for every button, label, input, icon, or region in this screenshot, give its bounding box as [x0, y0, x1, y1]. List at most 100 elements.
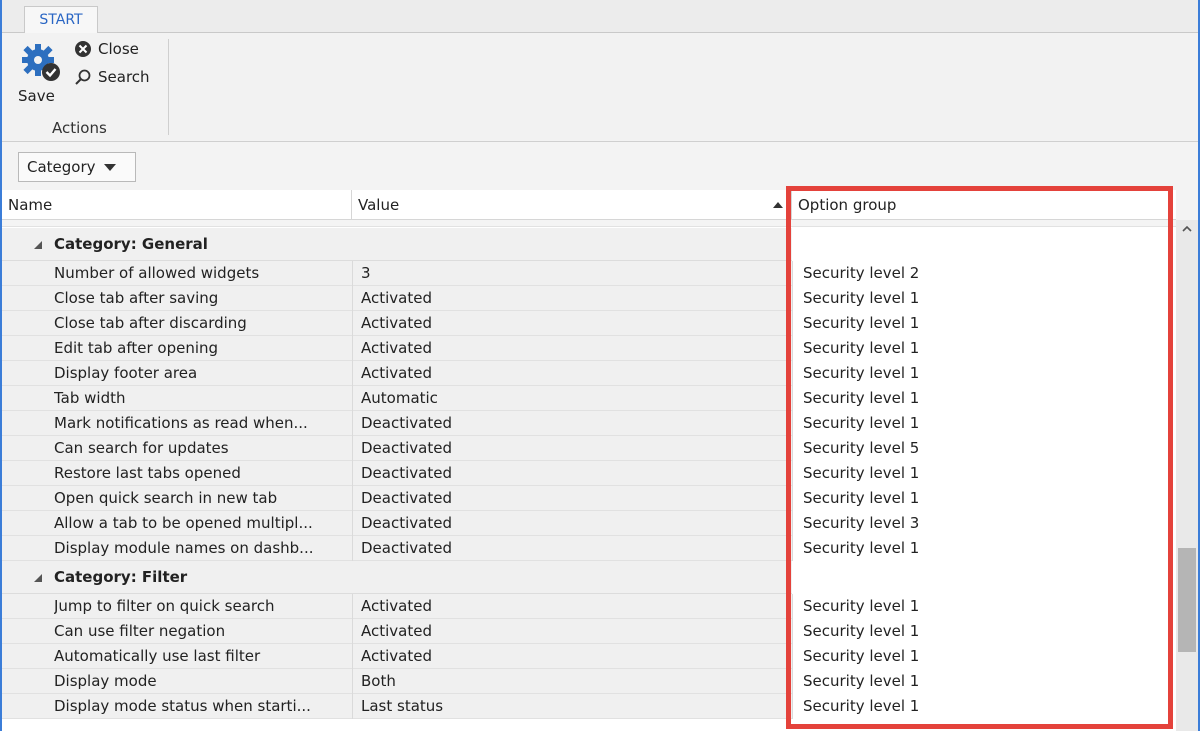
- column-header-option-group[interactable]: Option group: [792, 190, 1176, 220]
- table-row[interactable]: Allow a tab to be opened multipl... Deact…: [2, 511, 1176, 536]
- option-group-cell[interactable]: Security level 1: [792, 536, 1176, 561]
- option-group-cell[interactable]: Security level 1: [792, 694, 1176, 719]
- save-label: Save: [18, 87, 55, 105]
- table-row[interactable]: Can search for updates Deactivated Securit…: [2, 436, 1176, 461]
- option-name-cell: Display mode status when starti...: [54, 697, 311, 715]
- category-group-filler: [792, 561, 1176, 594]
- category-group-filler: [792, 228, 1176, 261]
- option-value-cell[interactable]: Activated: [352, 361, 792, 386]
- column-header-value[interactable]: Value: [352, 190, 792, 220]
- table-row[interactable]: Edit tab after opening Activated Security …: [2, 336, 1176, 361]
- column-header-value-label: Value: [358, 196, 400, 214]
- option-value-cell[interactable]: 3: [352, 261, 792, 286]
- grid-header: Name Value Option group: [2, 190, 1176, 220]
- option-name-cell: Close tab after discarding: [54, 314, 247, 332]
- option-group-cell[interactable]: Security level 3: [792, 511, 1176, 536]
- option-name-cell: Can use filter negation: [54, 622, 226, 640]
- option-value-cell[interactable]: Deactivated: [352, 536, 792, 561]
- chevron-up-icon[interactable]: [1180, 222, 1194, 236]
- option-group-cell[interactable]: Security level 1: [792, 461, 1176, 486]
- option-value-cell[interactable]: Activated: [352, 311, 792, 336]
- close-icon: [75, 41, 91, 57]
- option-value-cell[interactable]: Deactivated: [352, 436, 792, 461]
- option-group-cell[interactable]: Security level 1: [792, 286, 1176, 311]
- close-button[interactable]: Close: [74, 37, 139, 61]
- table-row[interactable]: Mark notifications as read when... Deacti…: [2, 411, 1176, 436]
- option-name-cell: Can search for updates: [54, 439, 229, 457]
- category-group-row[interactable]: Category: Filter: [2, 561, 1176, 594]
- option-value-cell[interactable]: Deactivated: [352, 511, 792, 536]
- option-value-cell[interactable]: Deactivated: [352, 486, 792, 511]
- option-name-cell: Display mode: [54, 672, 157, 690]
- tab-start[interactable]: START: [24, 6, 98, 34]
- option-name-cell: Mark notifications as read when...: [54, 414, 308, 432]
- table-row[interactable]: Automatically use last filter Activated Se…: [2, 644, 1176, 669]
- option-value-cell[interactable]: Both: [352, 669, 792, 694]
- search-button[interactable]: Search: [74, 65, 150, 89]
- ribbon: Save Close Search Actions: [2, 33, 1198, 142]
- option-group-cell[interactable]: Security level 1: [792, 411, 1176, 436]
- option-value-cell[interactable]: Activated: [352, 619, 792, 644]
- column-header-name[interactable]: Name: [2, 190, 352, 220]
- close-label: Close: [98, 40, 139, 58]
- scrollbar-thumb[interactable]: [1178, 548, 1196, 652]
- table-row[interactable]: Display footer area Activated Security lev…: [2, 361, 1176, 386]
- options-grid: Name Value Option group Category: Genera…: [2, 190, 1176, 731]
- option-name-cell: Number of allowed widgets: [54, 264, 260, 282]
- search-label: Search: [98, 68, 150, 86]
- ribbon-group-label: Actions: [52, 119, 107, 137]
- table-row[interactable]: Close tab after saving Activated Security …: [2, 286, 1176, 311]
- table-row[interactable]: Restore last tabs opened Deactivated Secur…: [2, 461, 1176, 486]
- option-name-cell: Display footer area: [54, 364, 198, 382]
- option-name-cell: Jump to filter on quick search: [54, 597, 275, 615]
- ribbon-tab-bar: START: [2, 0, 1198, 34]
- table-row[interactable]: Open quick search in new tab Deactivated S…: [2, 486, 1176, 511]
- option-value-cell[interactable]: Deactivated: [352, 411, 792, 436]
- option-value-cell[interactable]: Activated: [352, 286, 792, 311]
- option-group-cell[interactable]: Security level 1: [792, 486, 1176, 511]
- option-value-cell[interactable]: Activated: [352, 594, 792, 619]
- table-row[interactable]: Display module names on dashb... Deactiva…: [2, 536, 1176, 561]
- option-group-cell[interactable]: Security level 2: [792, 261, 1176, 286]
- option-name-cell: Allow a tab to be opened multipl...: [54, 514, 313, 532]
- chevron-down-icon: [103, 163, 116, 171]
- vertical-scrollbar[interactable]: [1176, 220, 1198, 731]
- option-name-cell: Display module names on dashb...: [54, 539, 314, 557]
- category-dropdown-label: Category: [27, 158, 96, 176]
- collapse-triangle-icon[interactable]: [34, 241, 42, 249]
- option-value-cell[interactable]: Activated: [352, 336, 792, 361]
- option-group-cell[interactable]: Security level 1: [792, 386, 1176, 411]
- save-button[interactable]: Save: [12, 39, 68, 105]
- option-value-cell[interactable]: Deactivated: [352, 461, 792, 486]
- table-row[interactable]: Display mode status when starti... Last s…: [2, 694, 1176, 719]
- collapse-triangle-icon[interactable]: [34, 574, 42, 582]
- option-group-cell[interactable]: Security level 1: [792, 361, 1176, 386]
- table-row[interactable]: Can use filter negation Activated Security…: [2, 619, 1176, 644]
- category-dropdown[interactable]: Category: [18, 152, 136, 182]
- table-row[interactable]: Display mode Both Security level 1: [2, 669, 1176, 694]
- option-value-cell[interactable]: Automatic: [352, 386, 792, 411]
- option-group-cell[interactable]: Security level 1: [792, 619, 1176, 644]
- option-value-cell[interactable]: Activated: [352, 644, 792, 669]
- table-row[interactable]: Number of allowed widgets 3 Security level…: [2, 261, 1176, 286]
- option-name-cell: Tab width: [54, 389, 126, 407]
- option-group-cell[interactable]: Security level 1: [792, 669, 1176, 694]
- category-group-label: Category: General: [54, 235, 208, 253]
- option-group-cell[interactable]: Security level 1: [792, 644, 1176, 669]
- table-row[interactable]: Jump to filter on quick search Activated S…: [2, 594, 1176, 619]
- category-group-row[interactable]: Category: General: [2, 228, 1176, 261]
- option-group-cell[interactable]: Security level 1: [792, 594, 1176, 619]
- option-name-cell: Restore last tabs opened: [54, 464, 241, 482]
- option-group-cell[interactable]: Security level 1: [792, 336, 1176, 361]
- search-icon: [75, 69, 91, 85]
- grid-spacer: [2, 220, 1176, 227]
- category-group-label: Category: Filter: [54, 568, 188, 586]
- table-row[interactable]: Close tab after discarding Activated Secur…: [2, 311, 1176, 336]
- table-row[interactable]: Tab width Automatic Security level 1: [2, 386, 1176, 411]
- option-value-cell[interactable]: Last status: [352, 694, 792, 719]
- option-group-cell[interactable]: Security level 5: [792, 436, 1176, 461]
- option-group-cell[interactable]: Security level 1: [792, 311, 1176, 336]
- option-name-cell: Edit tab after opening: [54, 339, 219, 357]
- option-name-cell: Open quick search in new tab: [54, 489, 278, 507]
- option-name-cell: Automatically use last filter: [54, 647, 261, 665]
